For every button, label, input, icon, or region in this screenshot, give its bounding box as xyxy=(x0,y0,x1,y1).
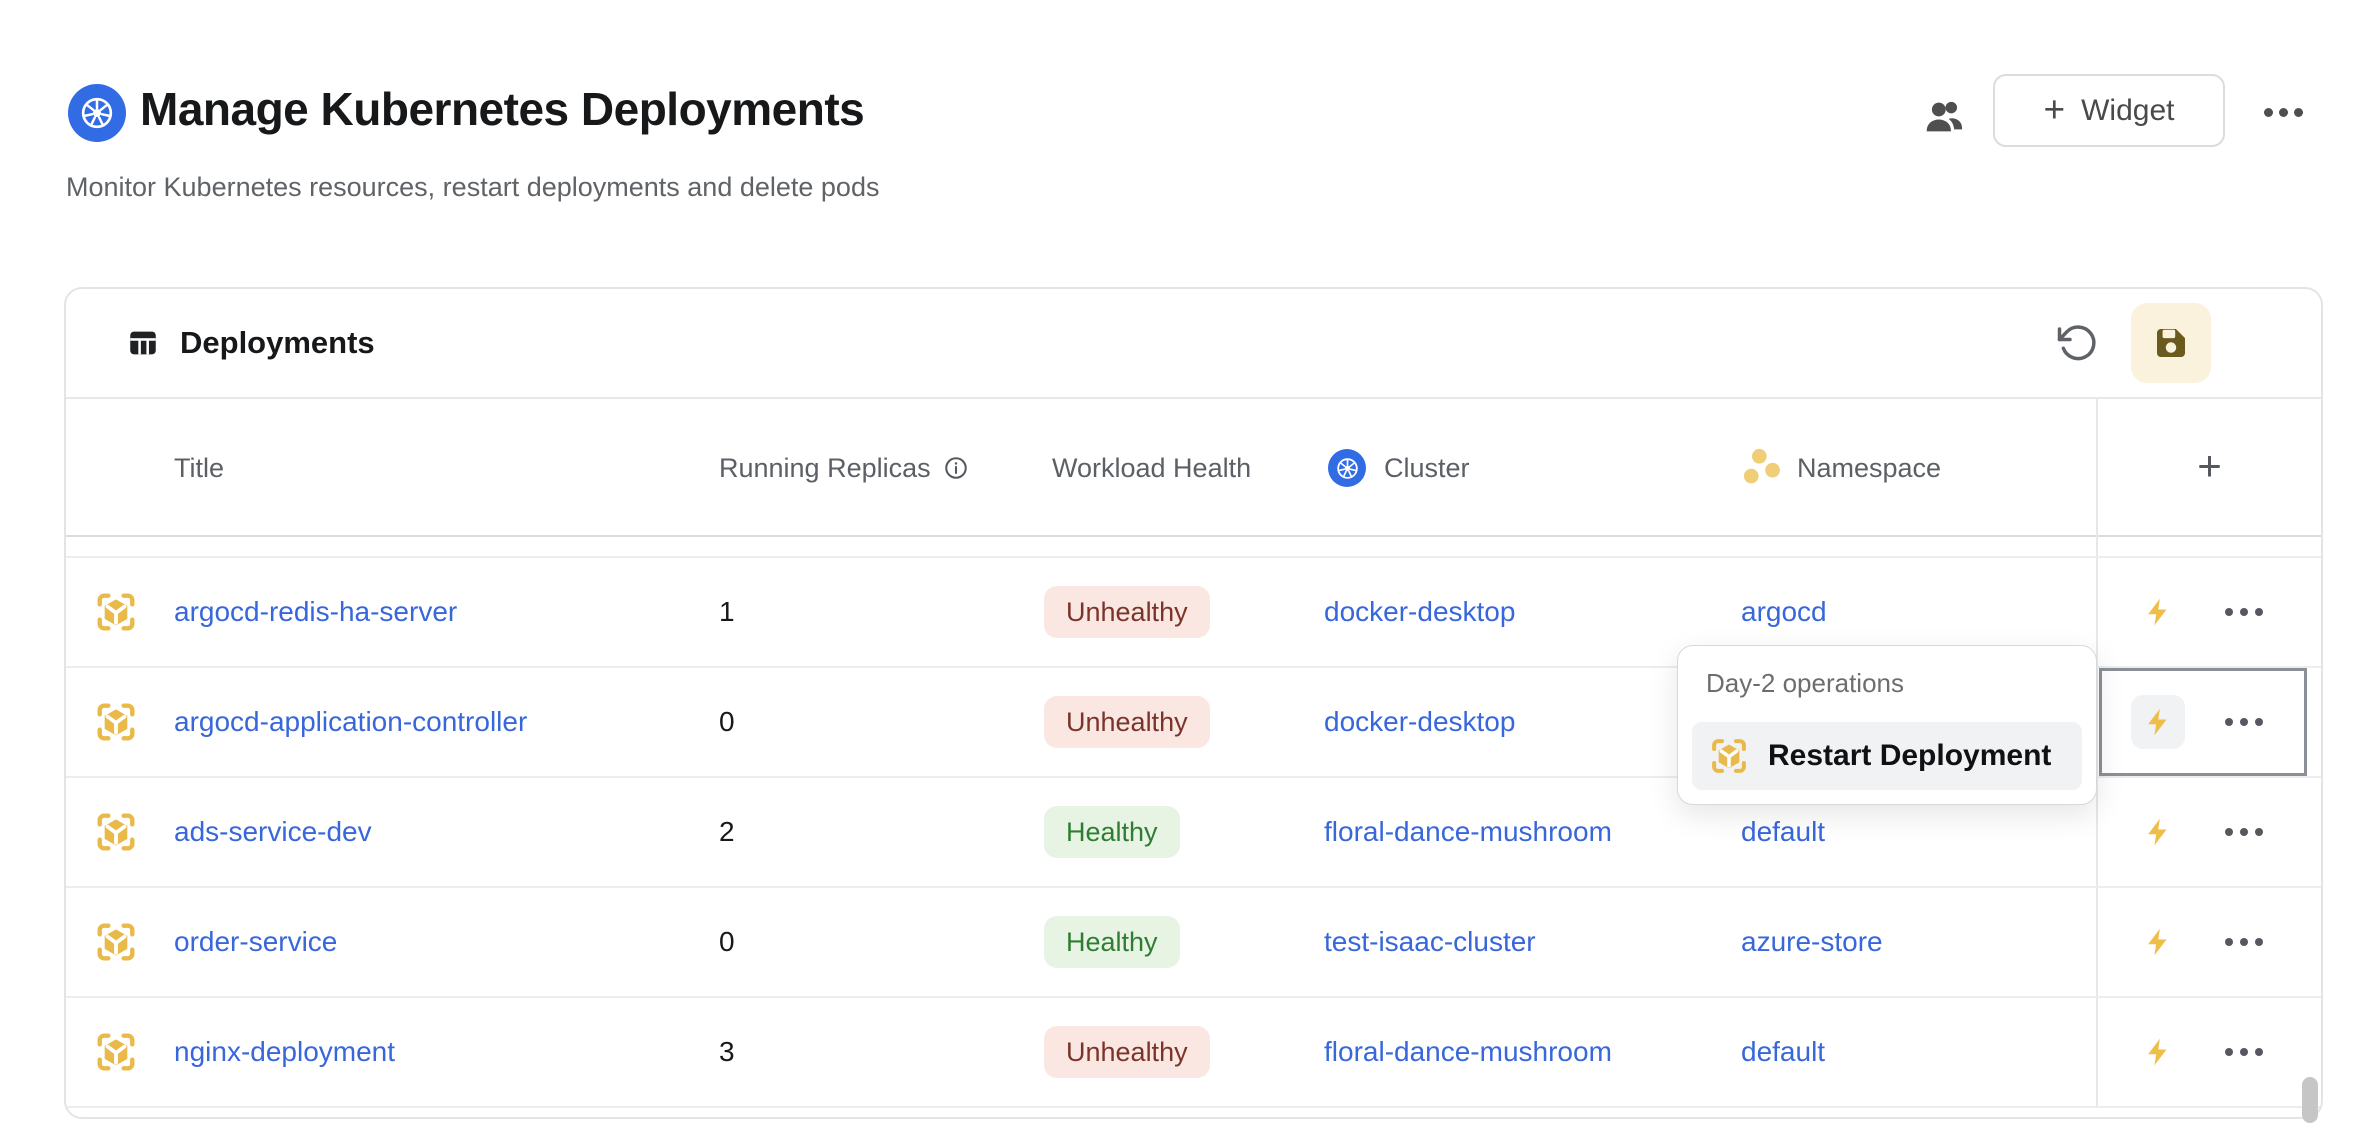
ellipsis-icon xyxy=(2225,938,2233,946)
deployment-link[interactable]: argocd-redis-ha-server xyxy=(174,596,457,628)
health-badge: Unhealthy xyxy=(1044,586,1210,638)
replicas-value: 2 xyxy=(719,816,735,848)
row-actions xyxy=(2096,998,2321,1106)
replicas-value: 1 xyxy=(719,596,735,628)
deployment-icon xyxy=(93,589,139,635)
row-menu-button[interactable] xyxy=(2225,1048,2263,1056)
plus-icon: + xyxy=(2044,91,2066,128)
row-menu-button[interactable] xyxy=(2225,938,2263,946)
cluster-link[interactable]: docker-desktop xyxy=(1324,706,1515,738)
scrollbar-thumb[interactable] xyxy=(2302,1077,2318,1123)
save-icon xyxy=(2150,322,2192,364)
lightning-bolt-button[interactable] xyxy=(2131,695,2185,749)
lightning-bolt-button[interactable] xyxy=(2131,1025,2185,1079)
table-header-row: Title Running Replicas Workload Health C… xyxy=(66,399,2321,537)
health-badge: Unhealthy xyxy=(1044,1026,1210,1078)
ellipsis-icon xyxy=(2225,1048,2233,1056)
row-menu-button[interactable] xyxy=(2225,718,2263,726)
ellipsis-icon xyxy=(2225,608,2233,616)
cluster-link[interactable]: test-isaac-cluster xyxy=(1324,926,1536,958)
deployment-icon xyxy=(93,699,139,745)
popup-label: Day-2 operations xyxy=(1706,668,1904,699)
lightning-bolt-icon xyxy=(2142,706,2174,738)
table-body: argocd-redis-ha-server 1 Unhealthy docke… xyxy=(66,558,2321,1108)
row-menu-button[interactable] xyxy=(2225,828,2263,836)
card-title: Deployments xyxy=(180,325,375,361)
row-actions xyxy=(2096,668,2321,776)
row-menu-button[interactable] xyxy=(2225,608,2263,616)
day2-operations-popup: Day-2 operations Restart Deployment xyxy=(1677,645,2097,805)
page-title: Manage Kubernetes Deployments xyxy=(140,82,864,136)
add-widget-button[interactable]: + Widget xyxy=(1993,74,2225,147)
info-icon[interactable] xyxy=(943,455,969,481)
cluster-link[interactable]: floral-dance-mushroom xyxy=(1324,1036,1612,1068)
replicas-value: 0 xyxy=(719,926,735,958)
health-badge: Healthy xyxy=(1044,916,1180,968)
ellipsis-icon xyxy=(2225,718,2233,726)
column-header-replicas: Running Replicas xyxy=(711,453,1044,484)
lightning-bolt-icon xyxy=(2142,816,2174,848)
column-header-health: Workload Health xyxy=(1044,453,1324,484)
health-badge: Unhealthy xyxy=(1044,696,1210,748)
lightning-bolt-icon xyxy=(2142,596,2174,628)
deployment-link[interactable]: ads-service-dev xyxy=(174,816,372,848)
page-menu-button[interactable] xyxy=(2256,92,2310,132)
deployment-link[interactable]: argocd-application-controller xyxy=(174,706,527,738)
kubernetes-icon xyxy=(68,84,126,142)
namespace-dots-icon xyxy=(1741,446,1785,490)
rotate-ccw-icon xyxy=(2056,322,2098,364)
cluster-link[interactable]: floral-dance-mushroom xyxy=(1324,816,1612,848)
lightning-bolt-button[interactable] xyxy=(2131,915,2185,969)
lightning-bolt-icon xyxy=(2142,1036,2174,1068)
lightning-bolt-button[interactable] xyxy=(2131,585,2185,639)
lightning-bolt-button[interactable] xyxy=(2131,805,2185,859)
kubernetes-icon xyxy=(1328,449,1366,487)
deployment-link[interactable]: order-service xyxy=(174,926,337,958)
ellipsis-icon xyxy=(2225,828,2233,836)
cluster-link[interactable]: docker-desktop xyxy=(1324,596,1515,628)
column-header-cluster: Cluster xyxy=(1324,449,1741,487)
replicas-value: 0 xyxy=(719,706,735,738)
plus-icon: + xyxy=(2197,442,2222,490)
row-actions xyxy=(2096,778,2321,886)
namespace-link[interactable]: argocd xyxy=(1741,596,1827,628)
deployment-icon xyxy=(93,809,139,855)
card-header: Deployments xyxy=(66,289,2321,399)
deployment-link[interactable]: nginx-deployment xyxy=(174,1036,395,1068)
page-subtitle: Monitor Kubernetes resources, restart de… xyxy=(66,172,879,203)
undo-button[interactable] xyxy=(2053,319,2101,367)
row-actions xyxy=(2096,558,2321,666)
table-row: order-service 0 Healthy test-isaac-clust… xyxy=(66,888,2321,998)
widget-button-label: Widget xyxy=(2081,94,2174,128)
health-badge: Healthy xyxy=(1044,806,1180,858)
deployment-icon xyxy=(93,1029,139,1075)
namespace-link[interactable]: azure-store xyxy=(1741,926,1883,958)
column-header-namespace: Namespace xyxy=(1741,446,2096,490)
table-columns-icon xyxy=(126,326,160,360)
users-icon[interactable] xyxy=(1918,90,1970,142)
add-column-button[interactable]: + xyxy=(2096,399,2321,537)
namespace-link[interactable]: default xyxy=(1741,816,1825,848)
column-header-title: Title xyxy=(166,453,711,484)
namespace-link[interactable]: default xyxy=(1741,1036,1825,1068)
restart-deployment-item[interactable]: Restart Deployment xyxy=(1692,722,2082,790)
deployment-icon xyxy=(1708,735,1750,777)
ellipsis-icon xyxy=(2264,108,2273,117)
row-actions xyxy=(2096,888,2321,996)
deployment-icon xyxy=(93,919,139,965)
restart-deployment-label: Restart Deployment xyxy=(1768,739,2051,773)
table-row: nginx-deployment 3 Unhealthy floral-danc… xyxy=(66,998,2321,1108)
lightning-bolt-icon xyxy=(2142,926,2174,958)
replicas-value: 3 xyxy=(719,1036,735,1068)
save-button[interactable] xyxy=(2131,303,2211,383)
partial-row xyxy=(66,537,2321,558)
